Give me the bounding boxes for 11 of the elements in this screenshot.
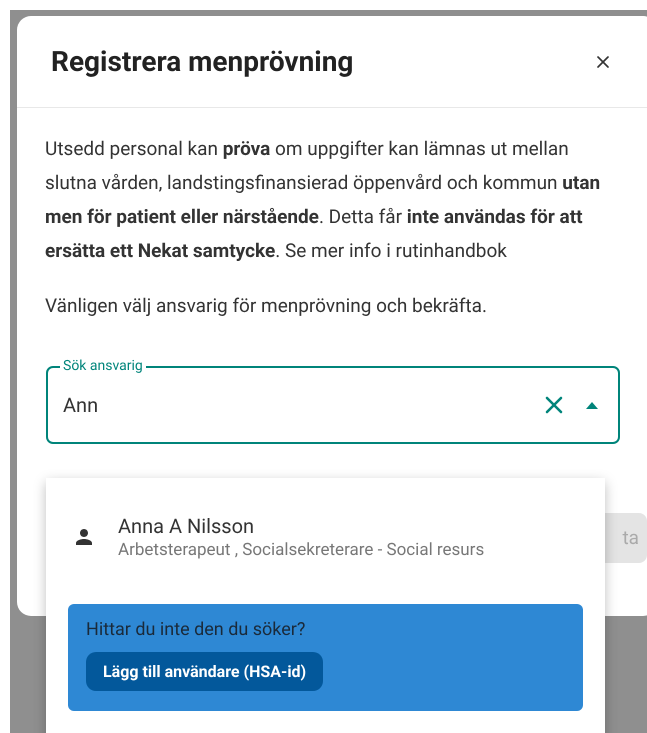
dialog-title: Registrera menprövning [51, 44, 354, 80]
option-item[interactable]: Anna A Nilsson Arbetsterapeut , Socialsekreterare - Social resurs [46, 508, 605, 566]
caret-up-icon[interactable] [586, 402, 598, 408]
option-name: Anna A Nilsson [118, 513, 256, 539]
field-value: Ann [63, 392, 100, 419]
description-text: Utsedd personal kan pröva om uppgifter kan lämnas ut mellan slutna vården, landstingsfinansierad öppenvård och kommun utan men för patient eller närstående. Detta får inte användas för att ersätta ett Nekat samtycke. Se mer info i rutinhandbok [45, 136, 602, 264]
add-user-button[interactable]: Lägg till användare (HSA-id) [86, 652, 324, 691]
field-label: Sök ansvarig [60, 357, 146, 375]
not-found-text: Hittar du inte den du söker? [86, 618, 306, 642]
description-text: Vänligen välj ansvarig för menprövning och bekräfta. [45, 293, 488, 319]
option-subtitle: Arbetsterapeut , Socialsekreterare - Social resurs [118, 539, 484, 561]
